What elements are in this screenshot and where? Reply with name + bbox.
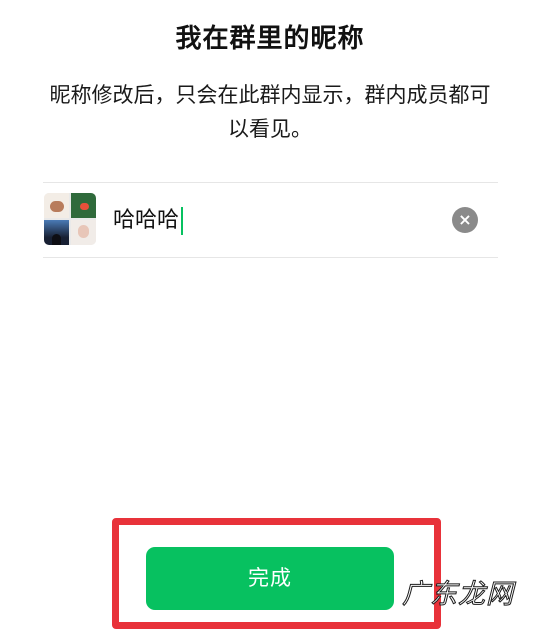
avatar-tile-3 xyxy=(44,220,69,245)
avatar-tile-1 xyxy=(44,193,69,218)
divider-bottom xyxy=(43,257,498,258)
watermark-text: 广东龙网 xyxy=(402,579,514,611)
text-caret xyxy=(181,207,184,235)
nickname-input[interactable]: 哈哈哈 xyxy=(113,205,184,237)
avatar-tile-4 xyxy=(71,220,96,245)
group-avatar xyxy=(44,193,96,245)
done-button[interactable]: 完成 xyxy=(146,547,394,610)
clear-icon[interactable]: × xyxy=(452,207,478,233)
avatar-tile-2 xyxy=(71,193,96,218)
nickname-value: 哈哈哈 xyxy=(113,208,180,233)
page-title: 我在群里的昵称 xyxy=(175,24,365,54)
page-description: 昵称修改后，只会在此群内显示，群内成员都可以看见。 xyxy=(49,83,491,141)
divider-top xyxy=(43,182,498,183)
